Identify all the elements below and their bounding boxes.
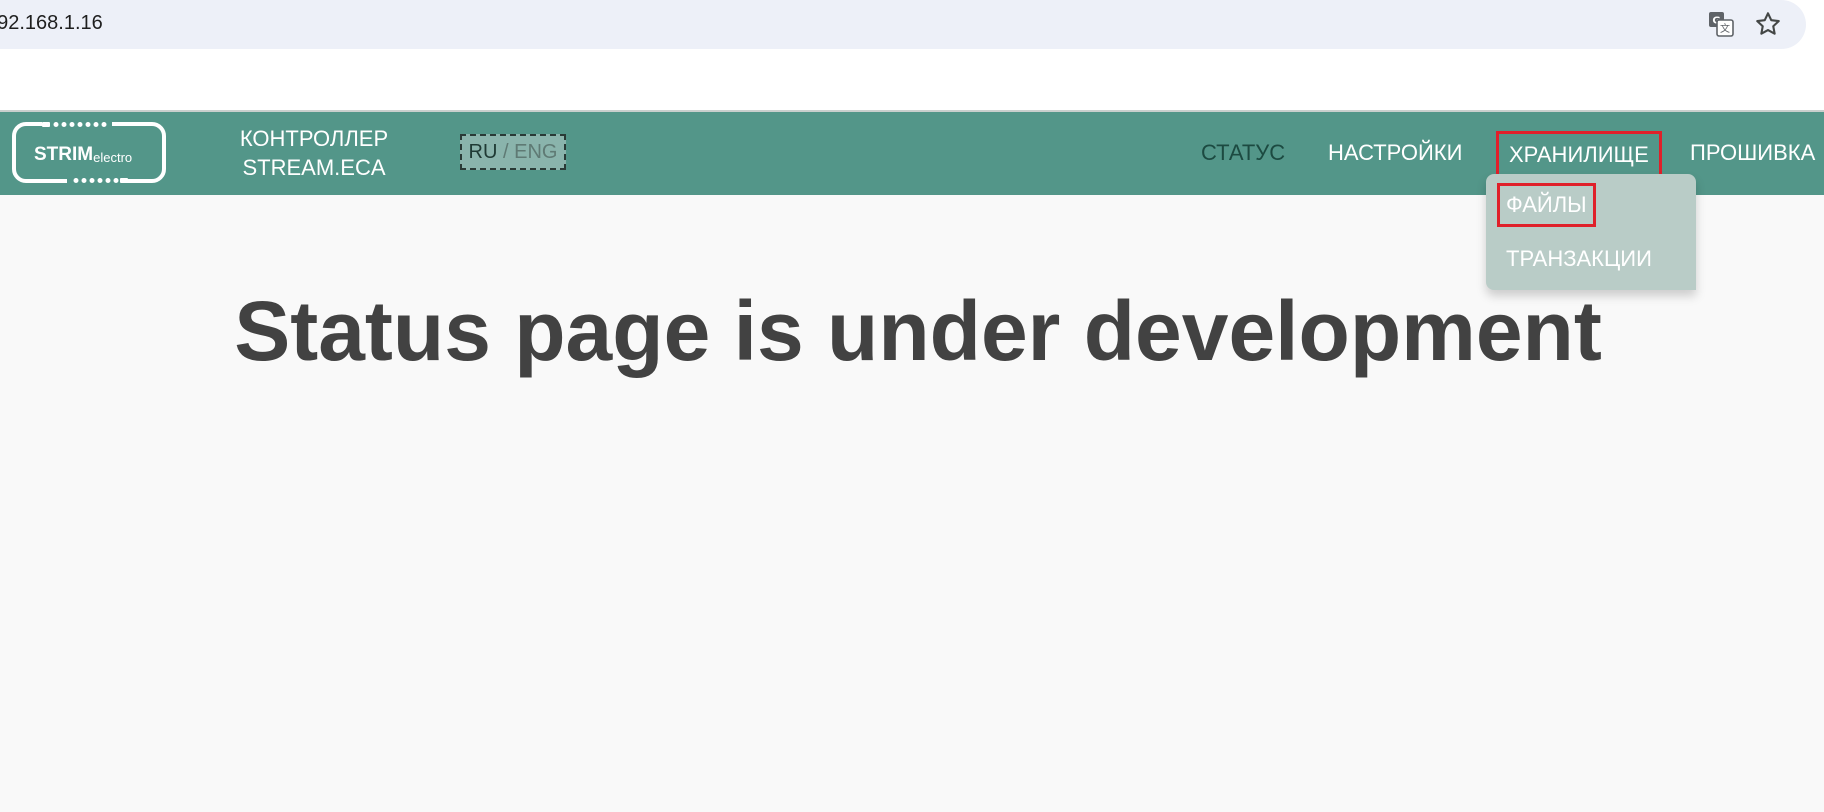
url-text[interactable]: 192.168.1.16 [0,12,103,35]
lang-eng[interactable]: ENG [514,141,557,163]
address-bar[interactable]: 192.168.1.16 [0,0,1806,49]
lang-separator: / [497,141,515,163]
star-icon[interactable] [1754,10,1782,38]
brand-title-line2: STREAM.ECA [242,155,386,180]
browser-toolbar: 192.168.1.16 G 文 [0,0,1824,110]
lang-ru[interactable]: RU [469,141,498,163]
strim-electro-logo[interactable]: STRIMelectro [12,122,166,183]
nav-status[interactable]: СТАТУС [1201,140,1285,166]
storage-dropdown: ФАЙЛЫ ТРАНЗАКЦИИ [1486,174,1696,290]
svg-text:文: 文 [1720,22,1730,35]
dropdown-item-transactions[interactable]: ТРАНЗАКЦИИ [1506,246,1652,272]
brand-title: КОНТРОЛЛЕР STREAM.ECA [232,124,396,182]
language-switch[interactable]: RU / ENG [460,134,566,170]
dropdown-item-files[interactable]: ФАЙЛЫ [1497,183,1596,227]
page-headline: Status page is under development [234,284,1602,378]
nav-settings[interactable]: НАСТРОЙКИ [1328,140,1462,166]
svg-text:STRIMelectro: STRIMelectro [34,144,132,165]
nav-firmware[interactable]: ПРОШИВКА [1690,140,1815,166]
nav-storage[interactable]: ХРАНИЛИЩЕ [1496,131,1662,179]
brand-title-line1: КОНТРОЛЛЕР [239,126,389,151]
translate-icon[interactable]: G 文 [1708,11,1734,37]
